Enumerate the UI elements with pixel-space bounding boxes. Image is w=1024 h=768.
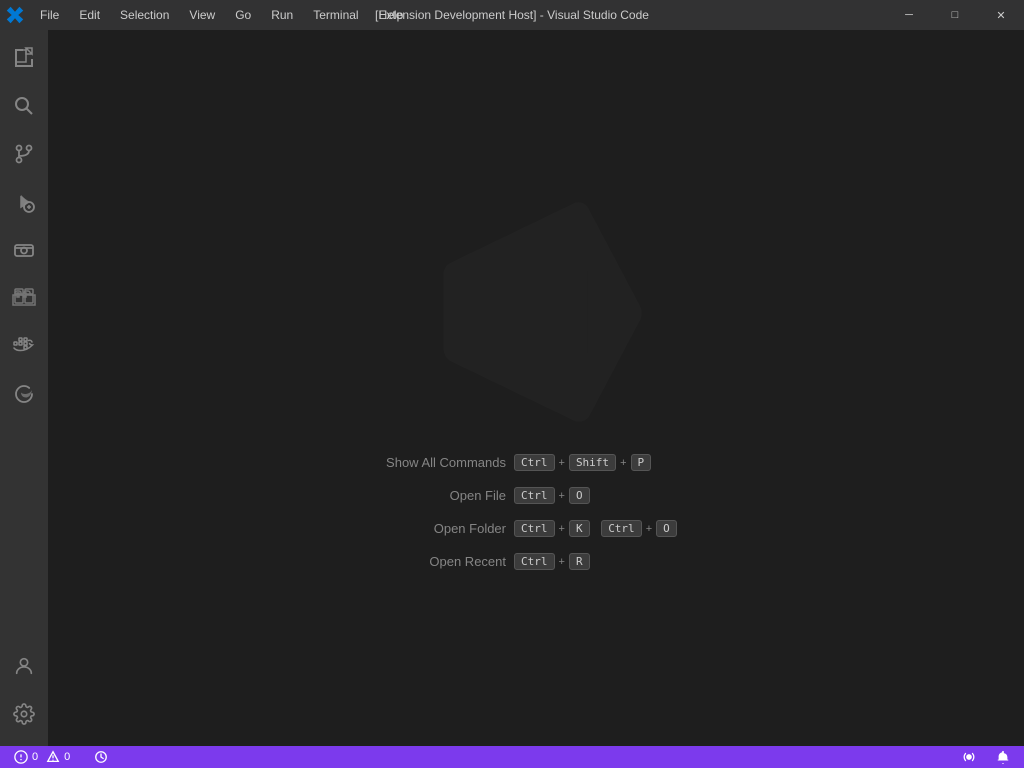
close-button[interactable]: ✕ — [978, 0, 1024, 30]
activity-item-edge[interactable] — [0, 370, 48, 418]
shortcut-open-file[interactable]: Open File Ctrl + O — [376, 487, 696, 504]
warning-icon — [46, 750, 60, 764]
activity-item-remote-explorer[interactable] — [0, 226, 48, 274]
minimize-button[interactable]: ─ — [886, 0, 932, 30]
shortcut-label-open-folder: Open Folder — [376, 521, 506, 536]
key-ctrl-5: Ctrl — [514, 553, 555, 570]
welcome-content: Show All Commands Ctrl + Shift + P Open … — [376, 202, 696, 574]
shortcut-open-recent[interactable]: Open Recent Ctrl + R — [376, 553, 696, 570]
activity-item-docker[interactable] — [0, 322, 48, 370]
menu-edit[interactable]: Edit — [69, 0, 110, 30]
activity-item-settings[interactable] — [0, 690, 48, 738]
history-icon — [94, 750, 108, 764]
window-title: [Extension Development Host] - Visual St… — [375, 8, 649, 22]
activity-bottom — [0, 642, 48, 746]
statusbar-right — [956, 746, 1016, 768]
shortcut-label-show-all: Show All Commands — [376, 455, 506, 470]
key-ctrl-2: Ctrl — [514, 487, 555, 504]
activity-item-run-debug[interactable] — [0, 178, 48, 226]
plus-icon-5: + — [646, 523, 652, 535]
activity-item-extensions[interactable] — [0, 274, 48, 322]
statusbar-notifications[interactable] — [990, 746, 1016, 768]
vscode-watermark-icon — [426, 202, 646, 422]
warning-count: 0 — [64, 751, 70, 763]
maximize-button[interactable]: □ — [932, 0, 978, 30]
plus-icon-3: + — [559, 490, 565, 502]
activity-item-accounts[interactable] — [0, 642, 48, 690]
window-controls: ─ □ ✕ — [886, 0, 1024, 30]
menu-selection[interactable]: Selection — [110, 0, 179, 30]
error-count: 0 — [32, 751, 38, 763]
menu-go[interactable]: Go — [225, 0, 261, 30]
plus-icon-4: + — [559, 523, 565, 535]
key-k: K — [569, 520, 590, 537]
error-icon — [14, 750, 28, 764]
activity-item-search[interactable] — [0, 82, 48, 130]
editor-area: Show All Commands Ctrl + Shift + P Open … — [48, 30, 1024, 746]
shortcut-open-folder[interactable]: Open Folder Ctrl + K Ctrl + O — [376, 520, 696, 537]
titlebar-left: File Edit Selection View Go Run Terminal… — [0, 0, 413, 30]
shortcut-keys-show-all: Ctrl + Shift + P — [514, 454, 651, 471]
broadcast-icon — [962, 750, 976, 764]
activity-item-source-control[interactable] — [0, 130, 48, 178]
key-ctrl-3: Ctrl — [514, 520, 555, 537]
key-shift: Shift — [569, 454, 616, 471]
menu-view[interactable]: View — [179, 0, 225, 30]
shortcut-label-open-file: Open File — [376, 488, 506, 503]
activity-bar — [0, 30, 48, 746]
menu-file[interactable]: File — [30, 0, 69, 30]
plus-icon: + — [559, 457, 565, 469]
key-o: O — [569, 487, 590, 504]
shortcut-keys-open-file: Ctrl + O — [514, 487, 590, 504]
menu-run[interactable]: Run — [261, 0, 303, 30]
key-o-2: O — [656, 520, 677, 537]
shortcut-keys-open-folder: Ctrl + K Ctrl + O — [514, 520, 677, 537]
statusbar-left: 0 0 — [8, 746, 114, 768]
key-ctrl: Ctrl — [514, 454, 555, 471]
activity-item-explorer[interactable] — [0, 34, 48, 82]
plus-icon-2: + — [620, 457, 626, 469]
statusbar-remote[interactable] — [956, 746, 982, 768]
shortcut-show-all-commands[interactable]: Show All Commands Ctrl + Shift + P — [376, 454, 696, 471]
vscode-logo-icon — [0, 0, 30, 30]
key-ctrl-4: Ctrl — [601, 520, 642, 537]
key-p: P — [631, 454, 652, 471]
bell-icon — [996, 750, 1010, 764]
statusbar-history[interactable] — [88, 746, 114, 768]
shortcut-label-open-recent: Open Recent — [376, 554, 506, 569]
titlebar: File Edit Selection View Go Run Terminal… — [0, 0, 1024, 30]
statusbar: 0 0 — [0, 746, 1024, 768]
shortcut-keys-open-recent: Ctrl + R — [514, 553, 590, 570]
menu-terminal[interactable]: Terminal — [303, 0, 368, 30]
statusbar-errors[interactable]: 0 0 — [8, 746, 76, 768]
plus-icon-6: + — [559, 556, 565, 568]
key-r: R — [569, 553, 590, 570]
main-area: Show All Commands Ctrl + Shift + P Open … — [0, 30, 1024, 746]
